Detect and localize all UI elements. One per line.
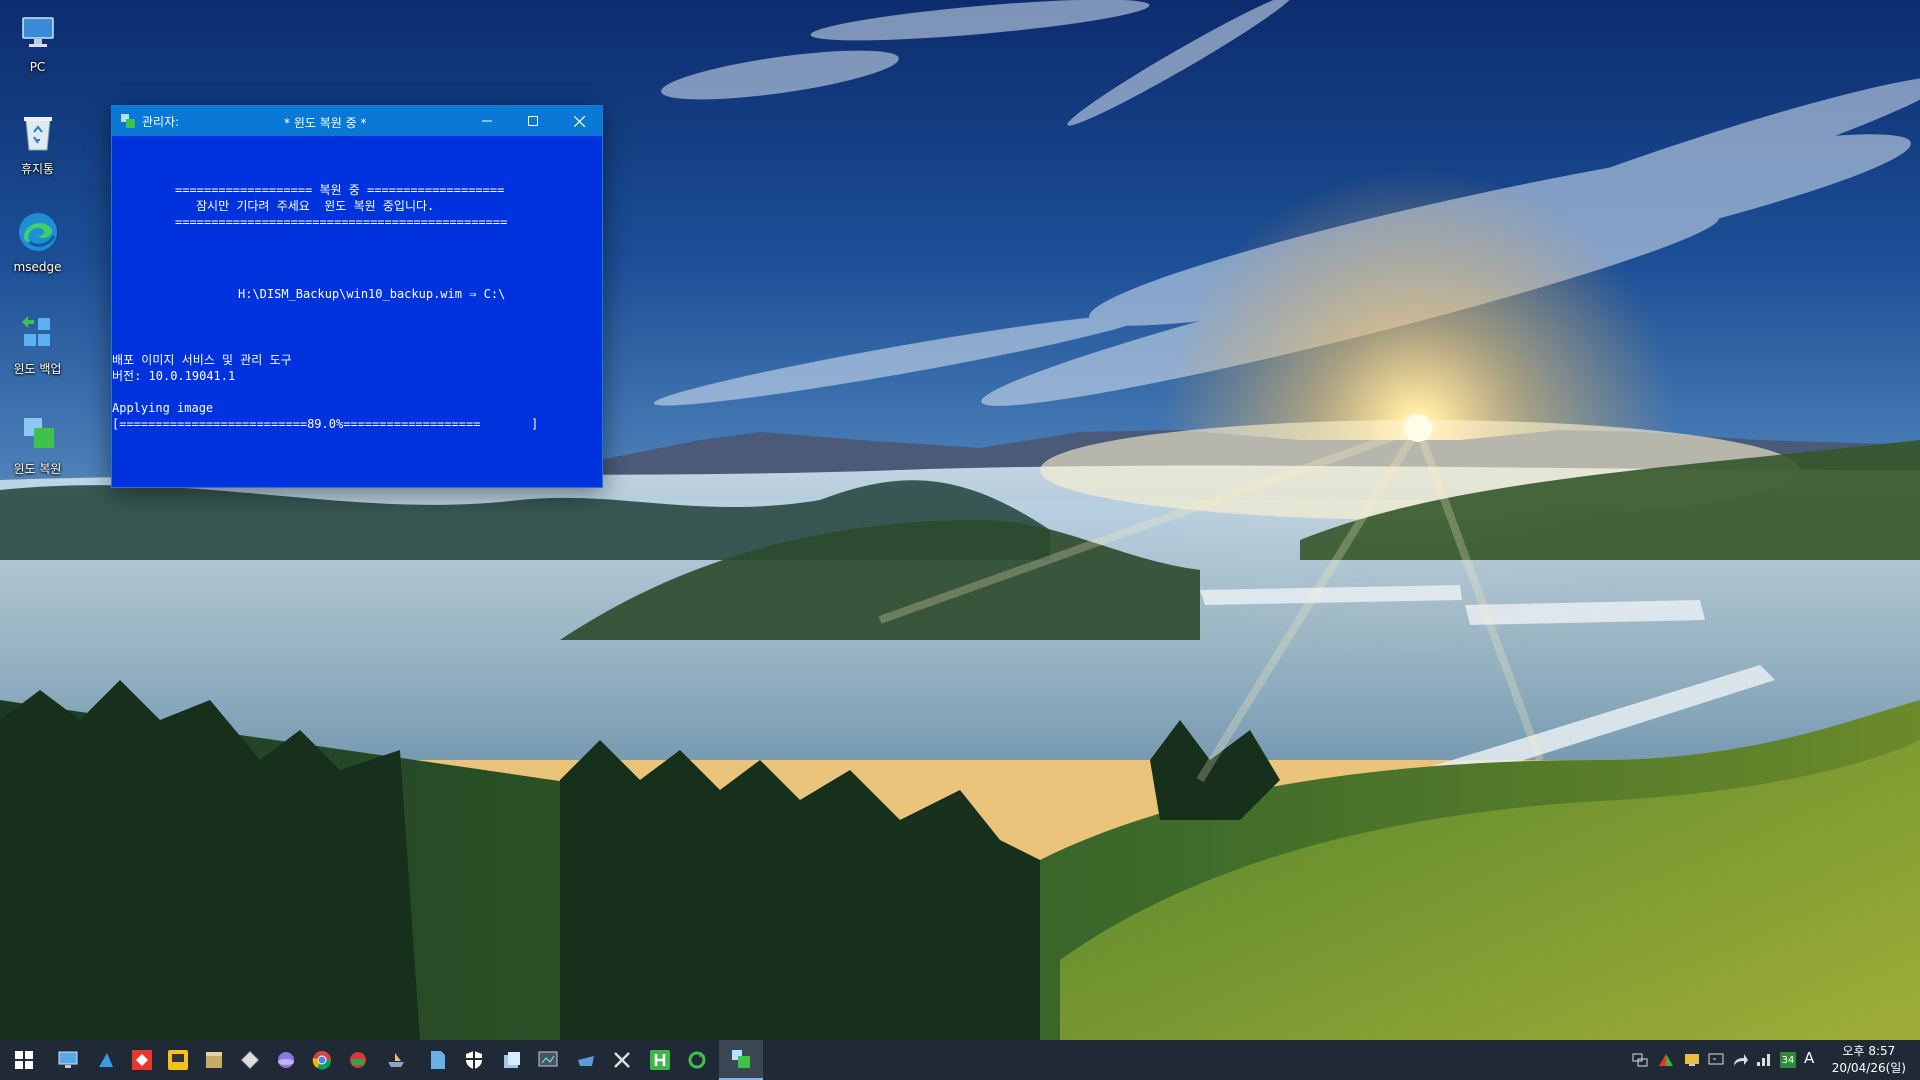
taskbar-app-tools[interactable] xyxy=(604,1040,640,1080)
boat-icon xyxy=(388,1053,404,1067)
taskbar-app-game[interactable] xyxy=(340,1040,376,1080)
ball-icon xyxy=(278,1052,294,1068)
close-button[interactable] xyxy=(556,106,602,136)
taskbar-app-chrome[interactable] xyxy=(304,1040,340,1080)
windows-backup-icon xyxy=(14,308,62,356)
window-title: * 윈도 복원 중 * xyxy=(284,116,367,130)
desktop-icon-recycle-bin[interactable]: 휴지통 xyxy=(0,100,75,196)
taskbar-app-ball[interactable] xyxy=(268,1040,304,1080)
taskbar-app-ship[interactable] xyxy=(568,1040,604,1080)
refresh-icon xyxy=(688,1051,706,1069)
console-banner-top: =================== 복원 중 ===============… xyxy=(175,183,505,197)
tray-monitor-icon[interactable] xyxy=(1684,1052,1700,1068)
tray-speaker-icon[interactable] xyxy=(1708,1052,1724,1068)
tray-share-icon[interactable] xyxy=(1732,1052,1748,1068)
taskbar-app-file[interactable] xyxy=(420,1040,456,1080)
console-banner-bottom: ========================================… xyxy=(175,215,508,229)
desktop-icon-label: PC xyxy=(29,60,46,74)
anydesk-icon xyxy=(132,1050,152,1070)
start-icon xyxy=(15,1051,33,1069)
maximize-icon xyxy=(528,116,538,126)
taskbar-app-display[interactable] xyxy=(530,1040,566,1080)
desktop-icon-label: 휴지통 xyxy=(20,162,55,176)
taskbar-app-explorer[interactable] xyxy=(494,1040,530,1080)
edge-icon xyxy=(14,208,62,256)
taskbar-app-anydesk[interactable] xyxy=(124,1040,160,1080)
desktop-icon-pc[interactable]: PC xyxy=(0,0,75,96)
desktop-icon xyxy=(58,1051,78,1068)
game-icon xyxy=(350,1052,366,1068)
taskbar-app-h[interactable] xyxy=(642,1040,678,1080)
display-icon xyxy=(538,1051,558,1067)
console-version: 버전: 10.0.19041.1 xyxy=(112,369,236,383)
chrome-icon xyxy=(312,1051,332,1070)
taskbar-app-potplayer[interactable] xyxy=(160,1040,196,1080)
start-button[interactable] xyxy=(6,1040,42,1080)
ship-icon xyxy=(578,1056,594,1066)
pc-icon xyxy=(14,8,62,56)
archive-icon xyxy=(206,1052,222,1068)
taskbar-app-console-active[interactable] xyxy=(719,1040,763,1080)
file-icon xyxy=(431,1051,445,1069)
taskbar-app-desktop[interactable] xyxy=(50,1040,86,1080)
window-title-prefix: 관리자: xyxy=(142,114,180,129)
potplayer-icon xyxy=(168,1050,188,1070)
close-icon xyxy=(573,115,585,127)
desktop-icon-label: msedge xyxy=(13,260,62,274)
taskbar: 34 A 오후 8:57 20/04/26(일) xyxy=(0,1040,1920,1080)
tray-colors-icon[interactable] xyxy=(1658,1052,1674,1068)
explorer-icon xyxy=(504,1052,520,1068)
h-icon xyxy=(650,1050,670,1070)
desktop-icon-edge[interactable]: msedge xyxy=(0,200,75,296)
tray-badge[interactable]: 34 xyxy=(1780,1052,1796,1068)
taskbar-app-archive[interactable] xyxy=(196,1040,232,1080)
active-console-icon xyxy=(732,1050,750,1068)
minimize-icon xyxy=(482,120,492,122)
clock-time: 오후 8:57 xyxy=(1842,1044,1896,1058)
taskbar-app-boat[interactable] xyxy=(378,1040,414,1080)
shield-icon xyxy=(466,1051,482,1069)
taskbar-app-shield[interactable] xyxy=(456,1040,492,1080)
window-titlebar[interactable]: 관리자: * 윈도 복원 중 * xyxy=(112,106,602,136)
taskbar-clock[interactable]: 오후 8:57 20/04/26(일) xyxy=(1832,1043,1906,1077)
windows-restore-icon xyxy=(14,408,62,456)
console-output[interactable]: =================== 복원 중 ===============… xyxy=(112,136,602,487)
clock-date: 20/04/26(일) xyxy=(1831,1061,1906,1075)
maximize-button[interactable] xyxy=(510,106,556,136)
diamond-icon xyxy=(240,1050,260,1070)
console-status: Applying image xyxy=(112,401,214,415)
tools-icon xyxy=(614,1052,630,1068)
recycle-bin-icon xyxy=(14,108,62,156)
desktop-icon-windows-restore[interactable]: 윈도 복원 xyxy=(0,400,75,496)
minimize-button[interactable] xyxy=(464,106,510,136)
desktop-icon-label: 윈도 백업 xyxy=(13,362,62,376)
console-tool-name: 배포 이미지 서비스 및 관리 도구 xyxy=(112,353,292,367)
console-image-path: H:\DISM_Backup\win10_backup.wim ⇒ C:\ xyxy=(238,287,506,301)
console-banner-message: 잠시만 기다려 주세요 윈도 복원 중입니다. xyxy=(196,199,435,213)
desktop-icon-label: 윈도 복원 xyxy=(13,462,62,476)
desktop-icon-windows-backup[interactable]: 윈도 백업 xyxy=(0,300,75,396)
taskbar-app-diamond[interactable] xyxy=(232,1040,268,1080)
taskbar-app-refresh[interactable] xyxy=(679,1040,715,1080)
tray-network-icon[interactable] xyxy=(1632,1052,1648,1068)
console-progress-bar: [==========================89.0%========… xyxy=(112,417,539,431)
tray-bars-icon[interactable] xyxy=(1756,1052,1772,1068)
taskbar-app-arrow[interactable] xyxy=(88,1040,124,1080)
console-window[interactable]: 관리자: * 윈도 복원 중 * =================== 복원 … xyxy=(111,105,603,488)
ime-indicator[interactable]: A xyxy=(1804,1049,1814,1067)
arrow-app-icon xyxy=(99,1053,113,1067)
console-app-icon xyxy=(121,114,135,128)
